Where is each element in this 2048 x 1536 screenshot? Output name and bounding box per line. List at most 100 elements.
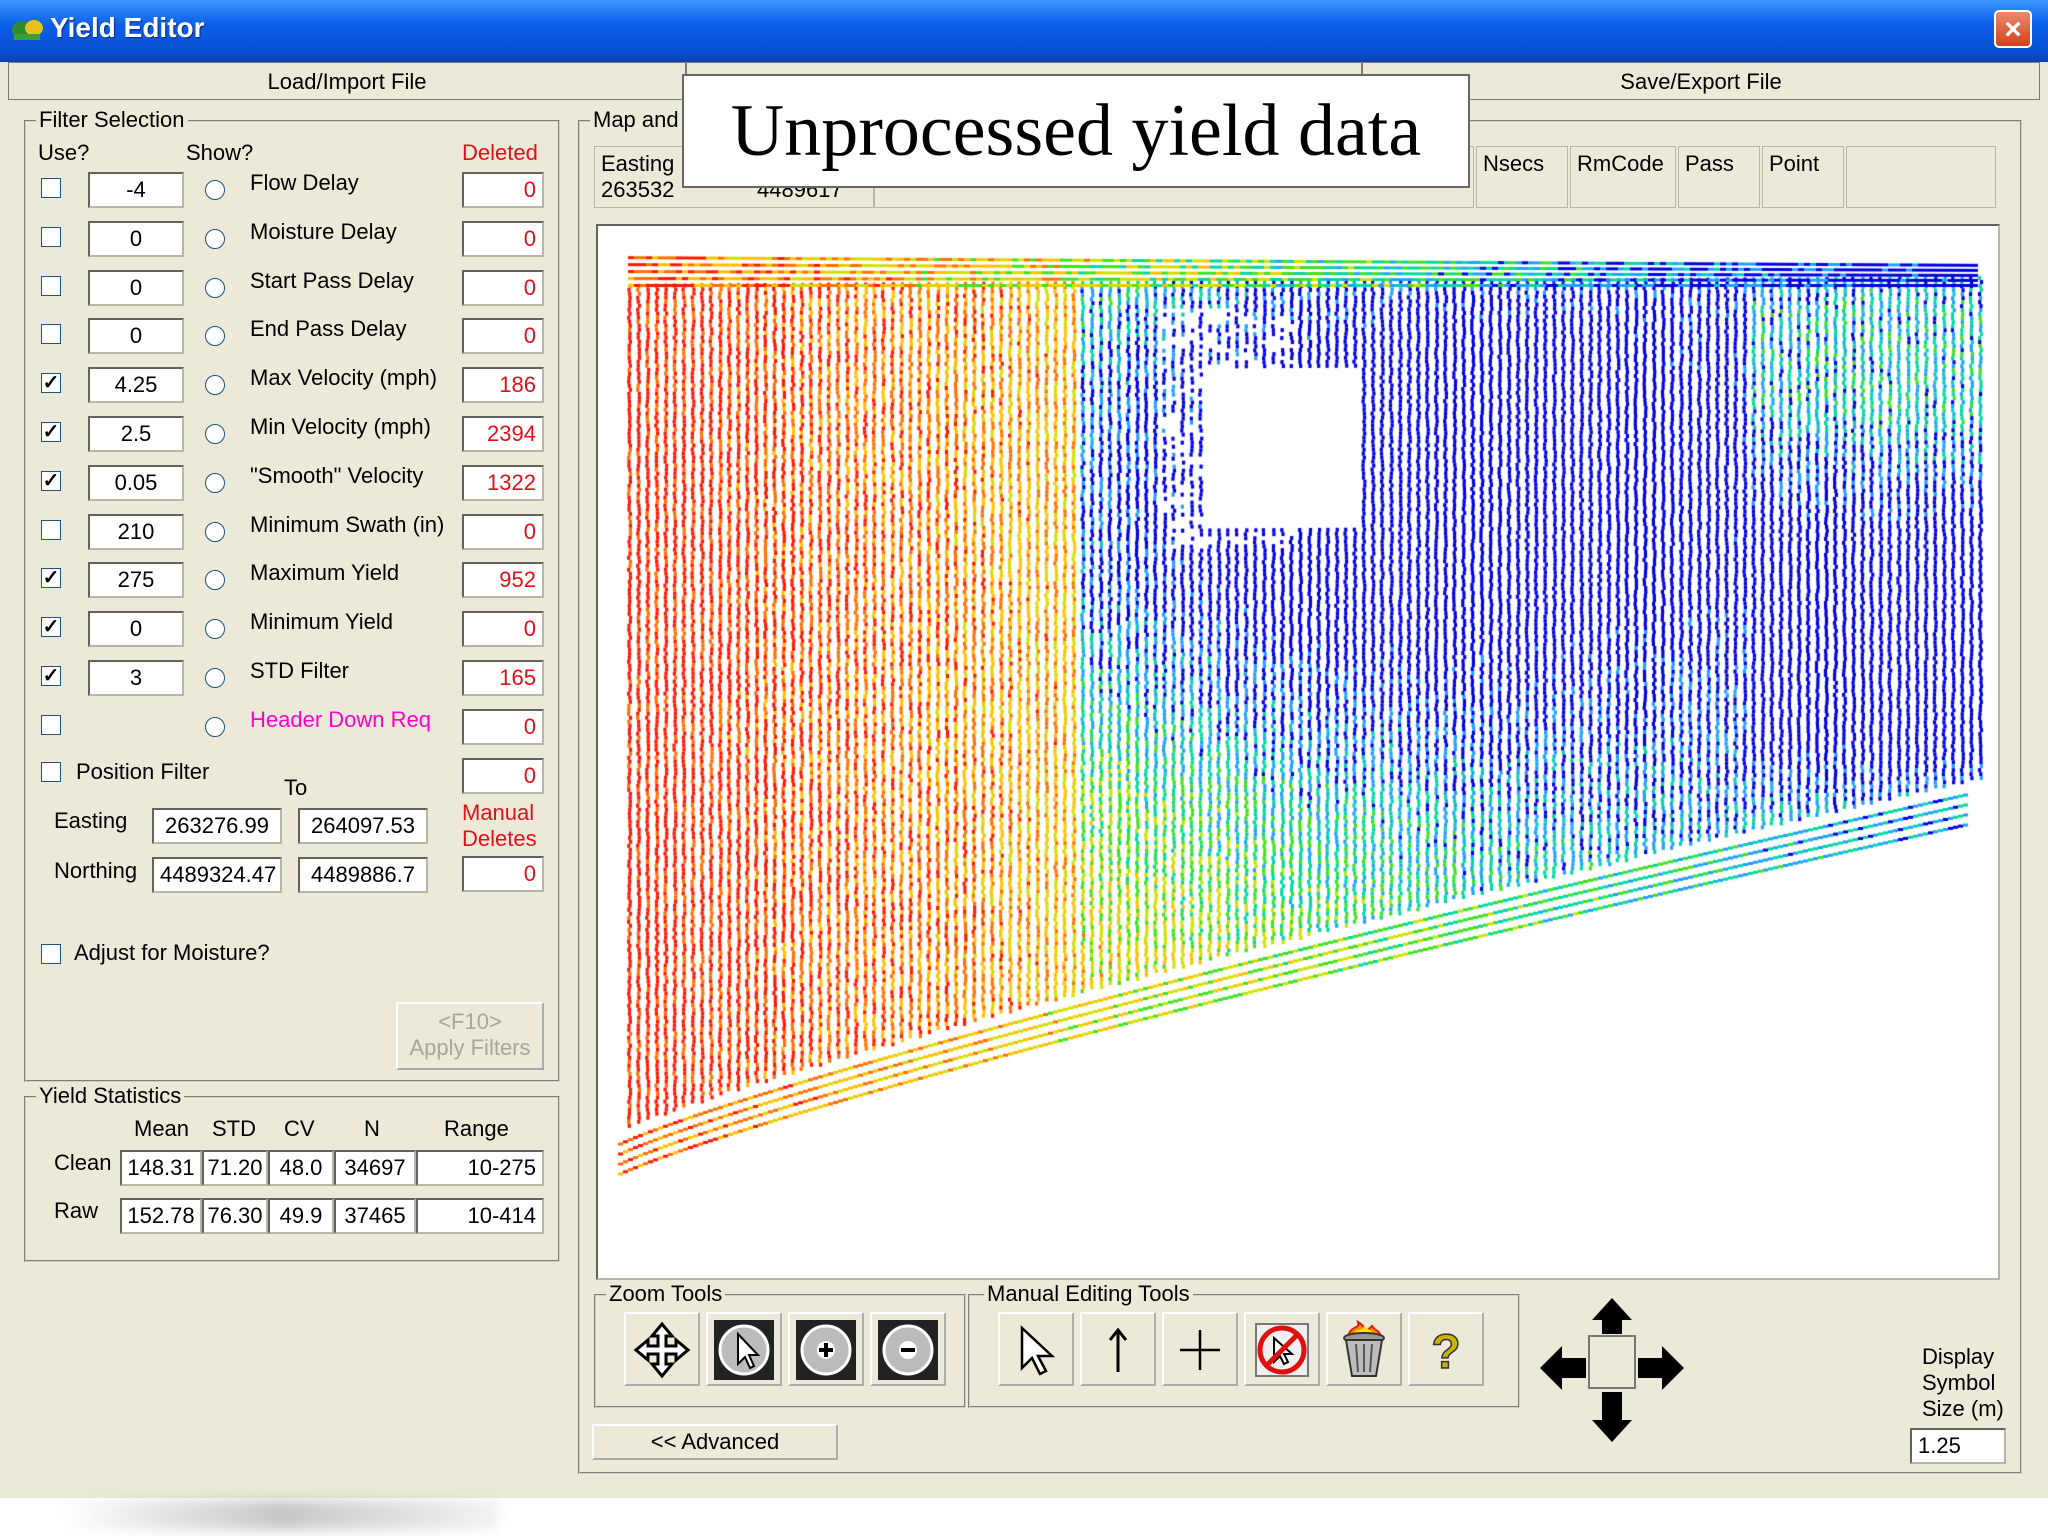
help-button[interactable]: ? xyxy=(1408,1312,1484,1386)
advanced-button[interactable]: << Advanced xyxy=(592,1424,838,1460)
crosshair-button[interactable] xyxy=(1162,1312,1238,1386)
filter-value-field[interactable]: 0.05 xyxy=(88,465,184,501)
filter-use-checkbox[interactable] xyxy=(41,324,61,344)
filter-use-checkbox[interactable] xyxy=(41,227,61,247)
northing-from-field[interactable]: 4489324.47 xyxy=(152,857,282,893)
yield-map-canvas[interactable] xyxy=(598,226,1998,1278)
zoom-window-button[interactable] xyxy=(706,1312,782,1386)
pan-up-arrow[interactable] xyxy=(1592,1298,1632,1334)
pan-button[interactable] xyxy=(624,1312,700,1386)
filter-show-radio[interactable] xyxy=(205,278,225,298)
northing-to-field[interactable]: 4489886.7 xyxy=(298,857,428,893)
crosshair-icon xyxy=(1180,1330,1220,1370)
stats-raw-range: 10-414 xyxy=(416,1198,544,1234)
stats-header-n: N xyxy=(364,1116,380,1141)
map-column-rmcode-label: RmCode xyxy=(1577,151,1664,176)
filter-value-field[interactable]: 0 xyxy=(88,611,184,647)
apply-filters-button[interactable]: <F10> Apply Filters xyxy=(396,1002,544,1070)
filter-deleted-count: 165 xyxy=(462,660,544,696)
stats-clean-mean: 148.31 xyxy=(120,1150,202,1186)
filter-show-radio[interactable] xyxy=(205,229,225,249)
filter-deleted-count: 0 xyxy=(462,318,544,354)
manual-deletes-count: 0 xyxy=(462,856,544,892)
filter-use-checkbox[interactable]: ✓ xyxy=(41,568,61,588)
display-symbol-size-field[interactable]: 1.25 xyxy=(1910,1428,2006,1464)
map-column-point-label: Point xyxy=(1769,151,1820,176)
filter-use-checkbox[interactable] xyxy=(41,715,61,735)
filter-use-checkbox[interactable]: ✓ xyxy=(41,373,61,393)
close-button[interactable]: × xyxy=(1994,10,2032,48)
zoom-window-icon xyxy=(714,1320,774,1380)
filter-show-radio[interactable] xyxy=(205,473,225,493)
filter-selection-group: Filter Selection xyxy=(24,108,560,1082)
filter-use-checkbox[interactable]: ✓ xyxy=(41,666,61,686)
select-button[interactable] xyxy=(998,1312,1074,1386)
position-filter-checkbox[interactable] xyxy=(41,762,61,782)
filter-value-field[interactable]: 0 xyxy=(88,318,184,354)
stats-raw-mean: 152.78 xyxy=(120,1198,202,1234)
trash-button[interactable] xyxy=(1326,1312,1402,1386)
deleted-header: Deleted xyxy=(462,140,538,165)
filter-value-field[interactable]: -4 xyxy=(88,172,184,208)
up-arrow-button[interactable] xyxy=(1080,1312,1156,1386)
stats-raw-std: 76.30 xyxy=(202,1198,268,1234)
filter-use-checkbox[interactable] xyxy=(41,178,61,198)
filter-value-field[interactable]: 0 xyxy=(88,221,184,257)
filter-show-radio[interactable] xyxy=(205,717,225,737)
filter-name-label: Minimum Swath (in) xyxy=(250,512,445,537)
filter-use-checkbox[interactable] xyxy=(41,520,61,540)
filter-value-field[interactable]: 4.25 xyxy=(88,367,184,403)
filter-use-checkbox[interactable]: ✓ xyxy=(41,617,61,637)
map-column-nsecs-label: Nsecs xyxy=(1483,151,1545,176)
zoom-out-button[interactable] xyxy=(870,1312,946,1386)
filter-value-field[interactable]: 275 xyxy=(88,562,184,598)
easting-to-field[interactable]: 264097.53 xyxy=(298,808,428,844)
filter-deleted-count: 0 xyxy=(462,709,544,745)
filter-value-field[interactable]: 0 xyxy=(88,270,184,306)
manual-editing-title: Manual Editing Tools xyxy=(984,1282,1193,1306)
pan-right-arrow[interactable] xyxy=(1638,1346,1684,1390)
filter-show-radio[interactable] xyxy=(205,619,225,639)
filter-value-field[interactable]: 2.5 xyxy=(88,416,184,452)
filter-show-radio[interactable] xyxy=(205,326,225,346)
filter-show-radio[interactable] xyxy=(205,180,225,200)
stats-header-cv: CV xyxy=(284,1116,315,1141)
no-edit-button[interactable] xyxy=(1244,1312,1320,1386)
filter-name-label: Header Down Req xyxy=(250,707,431,732)
to-label: To xyxy=(284,775,308,800)
filter-name-label: Maximum Yield xyxy=(250,560,400,585)
zoom-in-button[interactable] xyxy=(788,1312,864,1386)
title-bar: Yield Editor × xyxy=(0,0,2048,62)
tab-load-import[interactable]: Load/Import File xyxy=(8,62,686,100)
show-header: Show? xyxy=(186,140,254,165)
display-symbol-line2: Symbol xyxy=(1922,1370,1996,1395)
position-filter-deleted: 0 xyxy=(462,758,544,794)
filter-name-label: Min Velocity (mph) xyxy=(250,414,431,439)
apply-filters-label: Apply Filters xyxy=(409,1035,531,1060)
filter-use-checkbox[interactable] xyxy=(41,276,61,296)
filter-value-field[interactable]: 3 xyxy=(88,660,184,696)
yield-map[interactable] xyxy=(596,224,2000,1280)
map-column-extra xyxy=(1846,146,1996,208)
filter-use-checkbox[interactable]: ✓ xyxy=(41,471,61,491)
deletes-label: Deletes xyxy=(462,826,537,851)
manual-label: Manual xyxy=(462,800,535,825)
app-icon xyxy=(12,20,43,40)
filter-show-radio[interactable] xyxy=(205,522,225,542)
filter-show-radio[interactable] xyxy=(205,570,225,590)
adjust-moisture-checkbox[interactable] xyxy=(41,944,61,964)
stats-header-range: Range xyxy=(444,1116,509,1141)
filter-show-radio[interactable] xyxy=(205,424,225,444)
use-header: Use? xyxy=(38,140,90,165)
filter-deleted-count: 0 xyxy=(462,611,544,647)
easting-from-field[interactable]: 263276.99 xyxy=(152,808,282,844)
map-column-point: Point xyxy=(1762,146,1844,208)
filter-show-radio[interactable] xyxy=(205,375,225,395)
filter-use-checkbox[interactable]: ✓ xyxy=(41,422,61,442)
display-symbol-line1: Display xyxy=(1922,1344,1995,1369)
filter-value-field[interactable]: 210 xyxy=(88,514,184,550)
pan-left-arrow[interactable] xyxy=(1540,1346,1586,1390)
pan-down-arrow[interactable] xyxy=(1592,1392,1632,1442)
filter-name-label: Flow Delay xyxy=(250,170,359,195)
filter-show-radio[interactable] xyxy=(205,668,225,688)
